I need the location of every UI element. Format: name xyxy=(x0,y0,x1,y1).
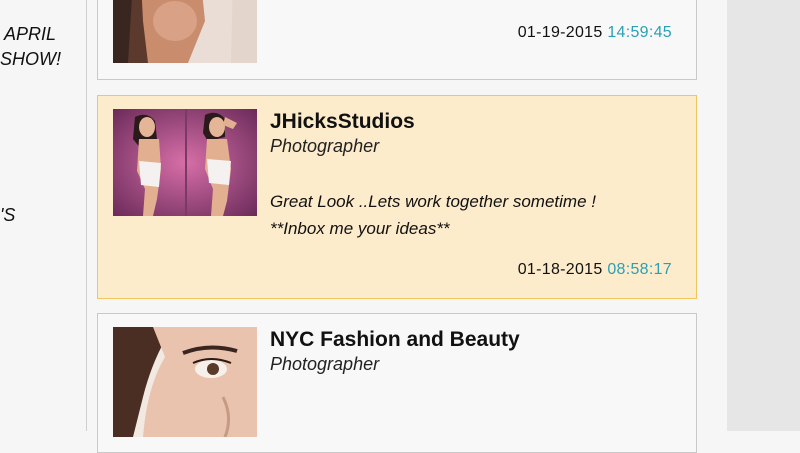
comment-card-highlighted: JHicksStudios Photographer Great Look ..… xyxy=(97,95,697,299)
profile-thumbnail[interactable] xyxy=(113,327,257,437)
timestamp-time: 08:58:17 xyxy=(607,261,672,278)
timestamp: 01-19-2015 14:59:45 xyxy=(518,24,672,42)
comment-card: 01-19-2015 14:59:45 xyxy=(97,0,697,80)
left-snippet-april: APRIL xyxy=(4,24,57,44)
timestamp: 01-18-2015 08:58:17 xyxy=(518,261,672,279)
comment-message-line-2: **Inbox me your ideas** xyxy=(270,219,450,238)
comment-card: NYC Fashion and Beauty Photographer xyxy=(97,313,697,453)
timestamp-time: 14:59:45 xyxy=(607,24,672,41)
profile-thumbnail[interactable] xyxy=(113,0,257,63)
author-role: Photographer xyxy=(270,354,380,374)
timestamp-date: 01-19-2015 xyxy=(517,24,603,41)
author-role: Photographer xyxy=(270,136,380,156)
profile-thumbnail[interactable] xyxy=(113,109,257,216)
left-snippet-show: SHOW! xyxy=(0,49,61,69)
timestamp-date: 01-18-2015 xyxy=(517,261,603,278)
left-sidebar: APRIL SHOW! 'S xyxy=(0,0,87,431)
author-name[interactable]: JHicksStudios xyxy=(270,110,415,134)
author-name[interactable]: NYC Fashion and Beauty xyxy=(270,328,520,352)
right-gutter xyxy=(727,0,800,431)
comment-message-line-1: Great Look ..Lets work together sometime… xyxy=(270,192,596,211)
left-snippet-s: 'S xyxy=(0,205,16,225)
